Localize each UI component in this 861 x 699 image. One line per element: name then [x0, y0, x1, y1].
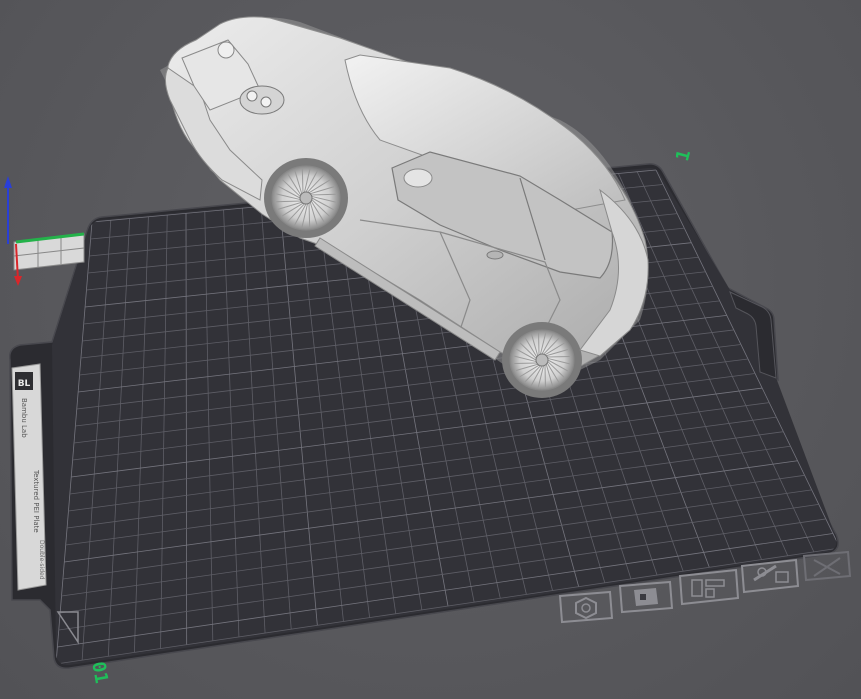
car-front-wheel: [264, 158, 348, 238]
sticker-line3: Double-sided: [38, 540, 45, 580]
sticker-brand: BL: [18, 379, 31, 389]
plate-number-front: 01: [87, 660, 112, 686]
delete-plate-icon[interactable]: [802, 550, 852, 582]
lock-plate-icon[interactable]: [618, 580, 674, 614]
sticker-line1: Bambu Lab: [20, 398, 28, 438]
car-mirror: [403, 168, 433, 188]
scene-canvas[interactable]: BL Bambu Lab Textured PEI Plate Double-s…: [0, 0, 861, 699]
3d-viewport[interactable]: BL Bambu Lab Textured PEI Plate Double-s…: [0, 0, 861, 699]
auto-orient-icon[interactable]: [558, 590, 614, 624]
wheel-spoke: [311, 193, 336, 196]
arrange-icon[interactable]: [678, 568, 740, 606]
wheel-spoke: [308, 203, 311, 228]
wheel-spoke: [276, 200, 301, 203]
wheel-spoke: [301, 168, 304, 193]
plate-sticker: BL Bambu Lab Textured PEI Plate Double-s…: [11, 363, 47, 591]
plate-settings-icon[interactable]: [740, 558, 800, 594]
origin-axes: [4, 176, 85, 286]
car-rear-wheel: [502, 322, 582, 398]
car-badge: [217, 41, 235, 59]
sticker-line2: Textured PEI Plate: [32, 469, 40, 533]
